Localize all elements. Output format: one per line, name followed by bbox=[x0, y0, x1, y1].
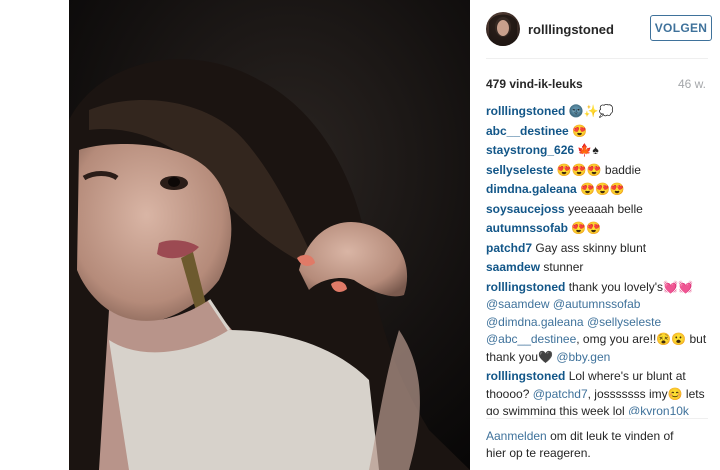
comment-username[interactable]: rolllingstoned bbox=[486, 104, 565, 118]
comment-username[interactable]: soysaucejoss bbox=[486, 202, 565, 216]
selfie-image bbox=[69, 0, 470, 470]
comment-text: 😍 bbox=[572, 123, 588, 138]
comment-item: rolllingstoned Lol where's ur blunt at t… bbox=[486, 368, 708, 415]
post-header: rolllingstoned VOLGEN bbox=[486, 10, 712, 48]
comment-mention[interactable]: @sellyseleste bbox=[587, 315, 661, 329]
comment-username[interactable]: rolllingstoned bbox=[486, 369, 565, 383]
comment-username[interactable]: staystrong_626 bbox=[486, 143, 574, 157]
comment-text: yeeaaah belle bbox=[568, 201, 643, 216]
comment-username[interactable]: saamdew bbox=[486, 260, 540, 274]
comment-mention[interactable]: @saamdew bbox=[486, 297, 550, 311]
comment-mention[interactable]: @dimdna.galeana bbox=[486, 315, 584, 329]
comment-item: soysaucejoss yeeaaah belle bbox=[486, 201, 708, 219]
post-photo[interactable] bbox=[69, 0, 470, 470]
avatar-icon bbox=[489, 14, 517, 46]
login-link[interactable]: Aanmelden bbox=[486, 429, 547, 443]
comment-item: patchd7 Gay ass skinny blunt bbox=[486, 240, 708, 258]
comment-username[interactable]: autumnssofab bbox=[486, 221, 568, 235]
comment-username[interactable]: patchd7 bbox=[486, 241, 532, 255]
comment-text: 🌚✨💭 bbox=[568, 104, 614, 118]
comment-mention[interactable]: @bby.gen bbox=[556, 350, 610, 364]
comment-item: autumnssofab 😍😍 bbox=[486, 220, 708, 238]
footer-divider bbox=[486, 418, 708, 419]
follow-button[interactable]: VOLGEN bbox=[650, 15, 712, 41]
comments-list: rolllingstoned 🌚✨💭 abc__destinee 😍 stays… bbox=[486, 103, 708, 415]
comment-text: thank you lovely's💓💓 bbox=[568, 279, 693, 294]
comment-item: sellyseleste 😍😍😍 baddie bbox=[486, 162, 708, 180]
comment-item: staystrong_626 🍁♠ bbox=[486, 142, 708, 160]
comment-mention[interactable]: @abc__destinee bbox=[486, 332, 576, 346]
comment-text: 😍😍😍 bbox=[580, 182, 625, 196]
comment-mention[interactable]: @kyron10k bbox=[628, 404, 689, 415]
likes-count[interactable]: 479 vind-ik-leuks bbox=[486, 77, 583, 91]
comment-item: dimdna.galeana 😍😍😍 bbox=[486, 181, 708, 199]
comment-text: 😍😍 bbox=[571, 221, 602, 235]
comment-item: rolllingstoned 🌚✨💭 bbox=[486, 103, 708, 121]
post-sidebar: rolllingstoned VOLGEN 479 vind-ik-leuks … bbox=[470, 0, 720, 470]
profile-username[interactable]: rolllingstoned bbox=[528, 22, 614, 37]
comment-item: abc__destinee 😍 bbox=[486, 123, 708, 141]
comment-text: Gay ass skinny blunt bbox=[535, 240, 647, 255]
comment-item: rolllingstoned thank you lovely's💓💓 @saa… bbox=[486, 279, 708, 367]
comment-text: stunner bbox=[543, 260, 584, 274]
comment-username[interactable]: rolllingstoned bbox=[486, 280, 565, 294]
login-prompt: Aanmelden om dit leuk te vinden of hier … bbox=[486, 428, 696, 462]
profile-avatar[interactable] bbox=[486, 12, 520, 46]
comment-username[interactable]: abc__destinee bbox=[486, 124, 569, 138]
comment-username[interactable]: sellyseleste bbox=[486, 163, 553, 177]
comment-text: 😍😍😍 baddie bbox=[556, 162, 641, 177]
comment-mention[interactable]: @patchd7 bbox=[533, 387, 588, 401]
comment-username[interactable]: dimdna.galeana bbox=[486, 182, 577, 196]
comment-text: 🍁♠ bbox=[577, 143, 599, 157]
comment-mention[interactable]: @autumnssofab bbox=[553, 297, 641, 311]
comment-item: saamdew stunner bbox=[486, 259, 708, 277]
header-divider bbox=[486, 58, 708, 59]
post-time[interactable]: 46 w. bbox=[678, 77, 706, 91]
